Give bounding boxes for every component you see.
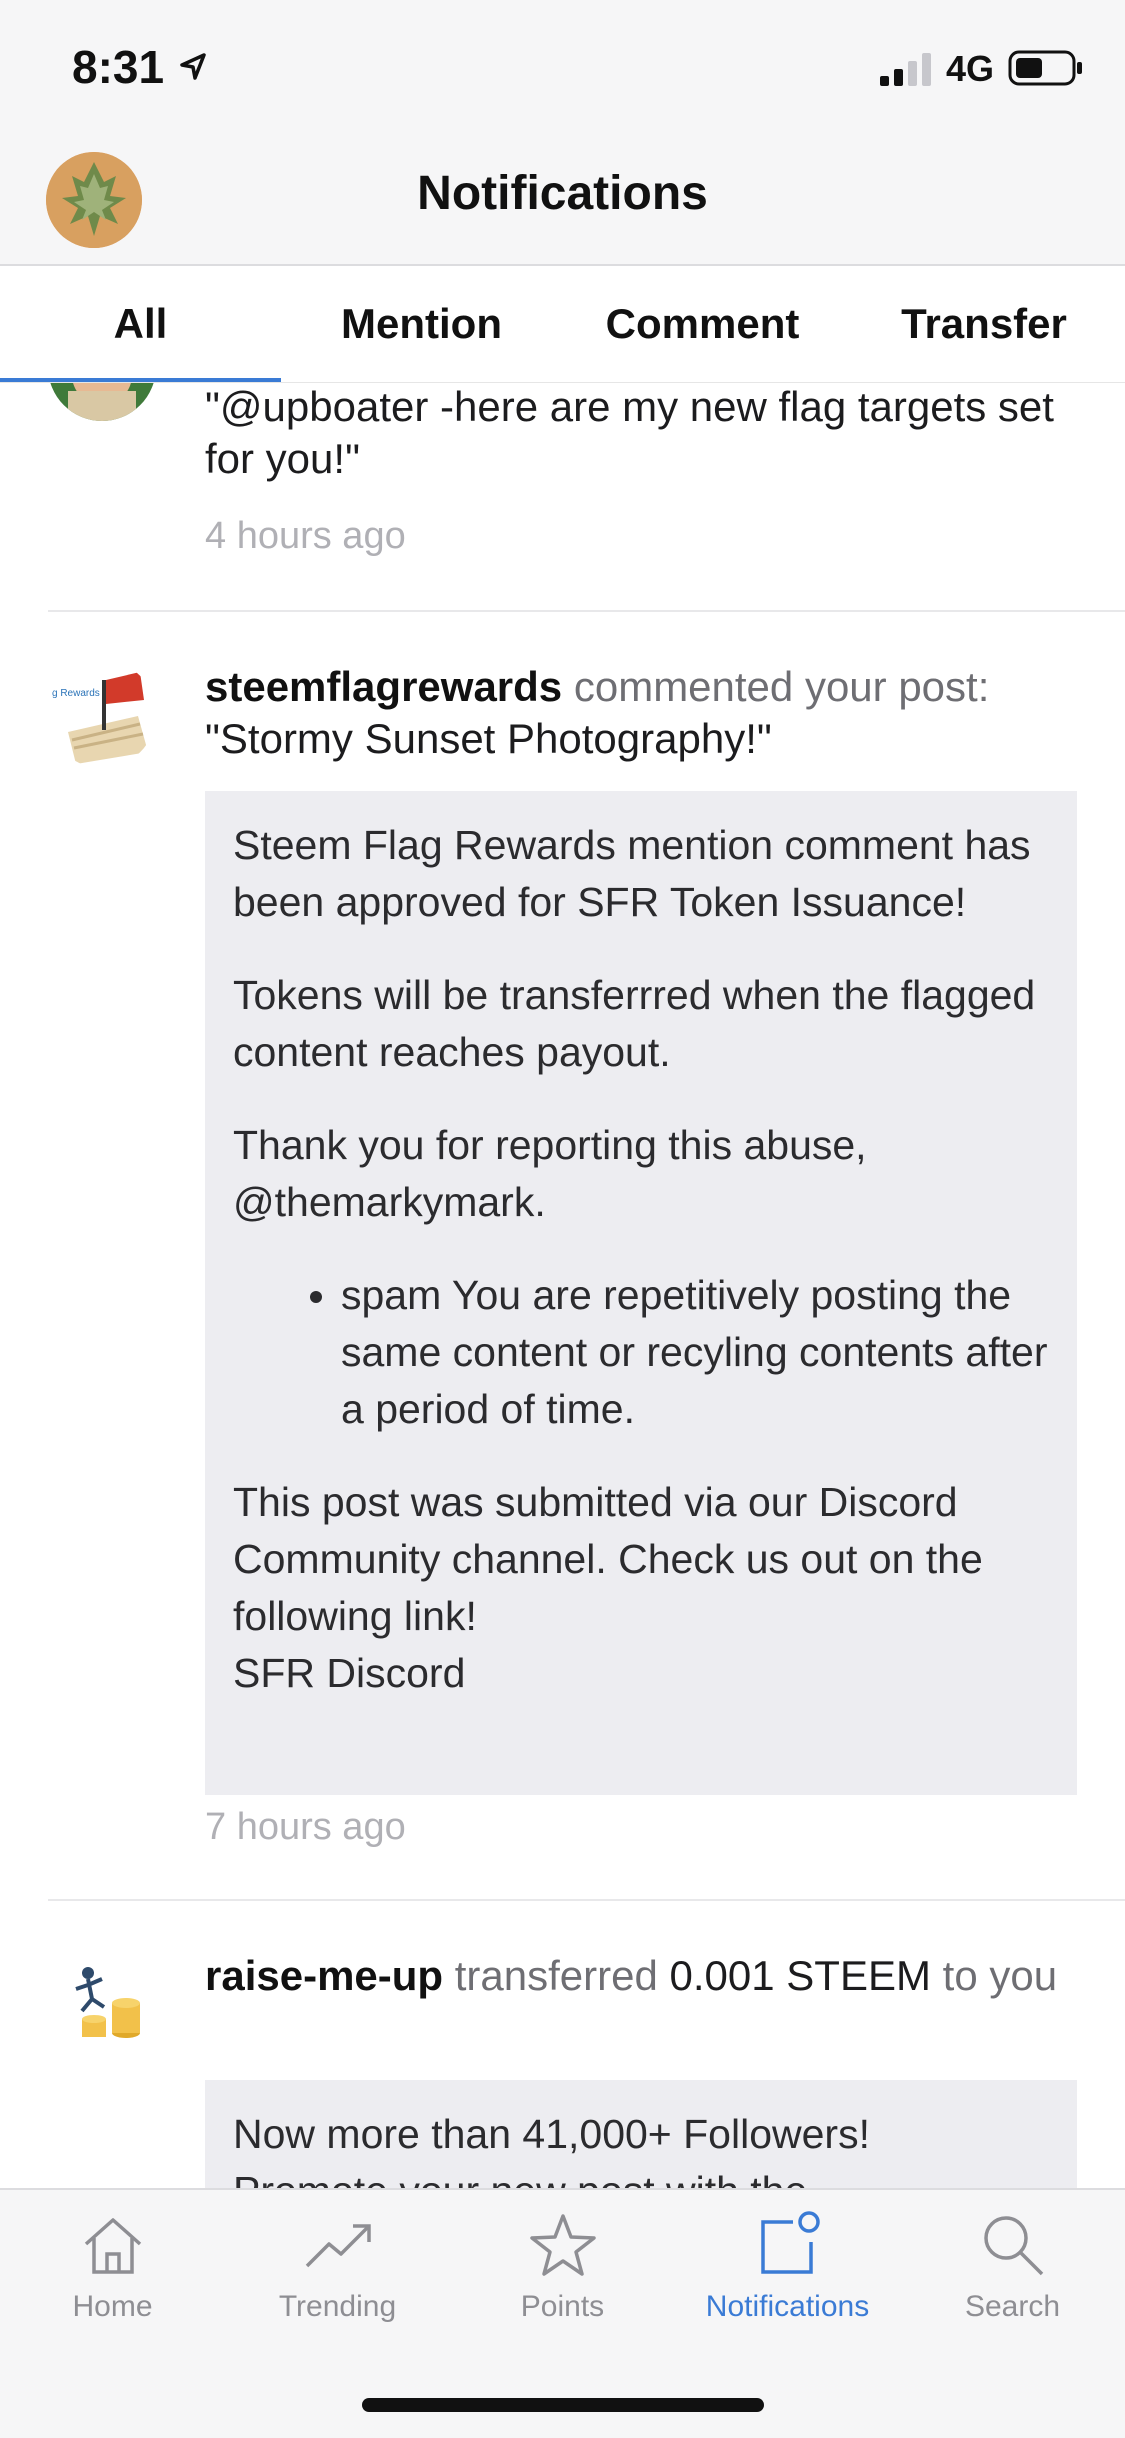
- avatar[interactable]: [48, 383, 156, 421]
- location-arrow-icon: [180, 53, 206, 80]
- notification-username[interactable]: raise-me-up: [205, 1952, 443, 1999]
- notification-time: 4 hours ago: [205, 515, 406, 557]
- notification-suffix: to you: [942, 1952, 1058, 1999]
- page-title: Notifications: [417, 167, 708, 220]
- nav-home-label: Home: [72, 2290, 153, 2323]
- tab-bar: All Mention Comment Transfer: [0, 266, 1125, 383]
- notification-subject: "Stormy Sunset Photography!": [205, 715, 772, 762]
- notifications-icon: [761, 2211, 820, 2274]
- nav-search[interactable]: Search: [900, 2190, 1125, 2330]
- comment-paragraph: Tokens will be transferrred when the fla…: [233, 972, 1036, 1075]
- tab-mention[interactable]: Mention: [281, 266, 562, 382]
- comment-paragraph: This post was submitted via our Discord …: [233, 1474, 1049, 1702]
- nav-points-label: Points: [520, 2290, 605, 2323]
- home-icon: [84, 2218, 142, 2274]
- comment-paragraph: Thank you for reporting this abuse, @the…: [233, 1122, 867, 1225]
- nav-home[interactable]: Home: [0, 2190, 225, 2330]
- nav-points[interactable]: Points: [450, 2190, 675, 2330]
- comment-paragraph: Steem Flag Rewards mention comment has b…: [233, 822, 1031, 925]
- nav-trending-label: Trending: [278, 2290, 397, 2323]
- comment-card[interactable]: Steem Flag Rewards mention comment has b…: [205, 791, 1077, 1795]
- notification-feed[interactable]: "@upboater -here are my new flag targets…: [0, 383, 1125, 2188]
- trending-icon: [305, 2224, 371, 2268]
- tab-transfer[interactable]: Transfer: [843, 266, 1125, 382]
- notification-username[interactable]: steemflagrewards: [205, 663, 562, 710]
- comment-paragraph-text: This post was submitted via our Discord …: [233, 1479, 983, 1639]
- tab-all[interactable]: All: [0, 266, 281, 382]
- status-bar: 8:31 4G: [0, 0, 1125, 140]
- tab-comment[interactable]: Comment: [562, 266, 843, 382]
- notification-header[interactable]: raise-me-up transferred 0.001 STEEM to y…: [205, 1950, 1085, 2002]
- comment-list: spam You are repetitively posting the sa…: [233, 1267, 1049, 1438]
- star-icon: [530, 2214, 596, 2276]
- search-icon: [984, 2216, 1044, 2276]
- signal-strength-icon: [880, 53, 931, 86]
- notification-header[interactable]: steemflagrewards commented your post: "S…: [205, 661, 1085, 765]
- discord-link[interactable]: SFR Discord: [233, 1650, 465, 1696]
- notification-time: 7 hours ago: [205, 1806, 406, 1848]
- active-tab-indicator: [0, 378, 281, 382]
- nav-notifications[interactable]: Notifications: [675, 2190, 900, 2330]
- list-item: spam You are repetitively posting the sa…: [341, 1267, 1049, 1438]
- notification-message[interactable]: "@upboater -here are my new flag targets…: [205, 383, 1085, 485]
- notification-action: commented your post:: [573, 663, 990, 710]
- memo-line: Promote your new post with the: [233, 2163, 1049, 2188]
- transfer-memo-card[interactable]: Now more than 41,000+ Followers! Promote…: [205, 2080, 1077, 2188]
- nav-search-label: Search: [964, 2290, 1061, 2323]
- network-type: 4G: [946, 48, 995, 89]
- divider: [48, 610, 1125, 612]
- transfer-amount: 0.001 STEEM: [669, 1952, 931, 1999]
- avatar[interactable]: [48, 1949, 156, 2057]
- home-indicator[interactable]: [362, 2398, 764, 2412]
- nav-trending[interactable]: Trending: [225, 2190, 450, 2330]
- divider: [48, 1899, 1125, 1901]
- avatar[interactable]: g Rewards: [48, 660, 156, 768]
- notification-action: transferred: [454, 1952, 658, 1999]
- status-time: 8:31: [72, 41, 165, 93]
- memo-line: Now more than 41,000+ Followers!: [233, 2111, 870, 2157]
- svg-text:g Rewards: g Rewards: [52, 688, 100, 699]
- battery-icon: [1008, 50, 1082, 86]
- nav-notifications-label: Notifications: [705, 2290, 870, 2323]
